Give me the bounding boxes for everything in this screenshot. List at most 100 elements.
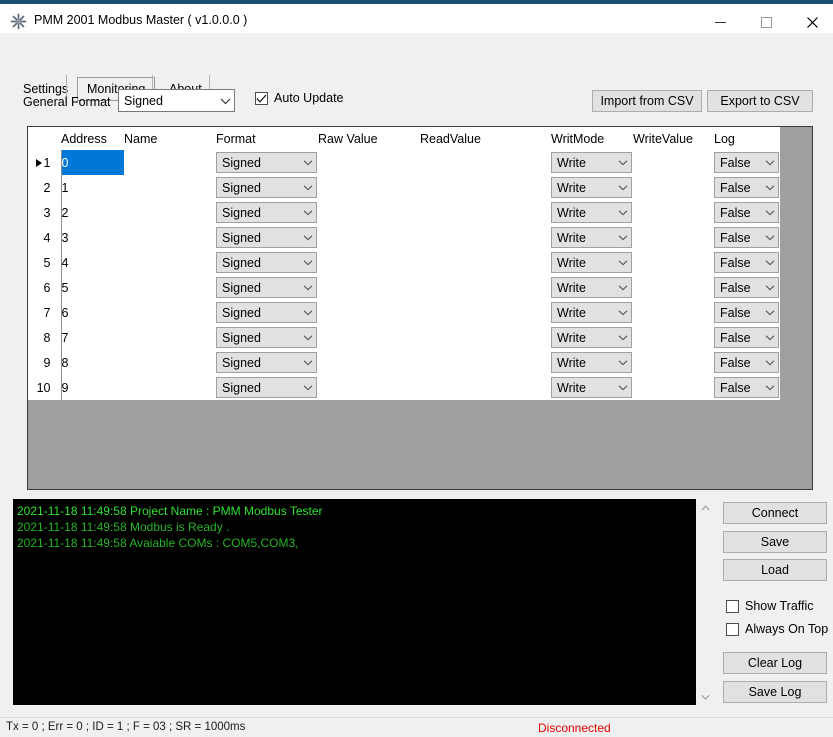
row-selector-cell[interactable]: 2 [28, 175, 62, 200]
log-select[interactable]: False [714, 227, 779, 248]
general-format-select[interactable]: Signed [118, 89, 235, 112]
cell-raw-value[interactable] [318, 375, 420, 400]
row-selector-cell[interactable]: 3 [28, 200, 62, 225]
format-select[interactable]: Signed [216, 177, 317, 198]
import-from-csv-button[interactable]: Import from CSV [592, 90, 702, 112]
log-select[interactable]: False [714, 202, 779, 223]
column-header-read-value[interactable]: ReadValue [420, 127, 551, 150]
cell-raw-value[interactable] [318, 325, 420, 350]
writ-mode-select[interactable]: Write [551, 352, 632, 373]
column-header-log[interactable]: Log [714, 127, 780, 150]
log-select[interactable]: False [714, 352, 779, 373]
cell-log[interactable]: False [714, 375, 780, 400]
cell-address[interactable]: 5 [61, 275, 124, 300]
format-select[interactable]: Signed [216, 227, 317, 248]
cell-writ-mode[interactable]: Write [551, 375, 633, 400]
cell-read-value[interactable] [420, 200, 551, 225]
format-select[interactable]: Signed [216, 377, 317, 398]
cell-write-value[interactable] [633, 275, 714, 300]
cell-write-value[interactable] [633, 300, 714, 325]
cell-raw-value[interactable] [318, 350, 420, 375]
cell-log[interactable]: False [714, 225, 780, 250]
cell-writ-mode[interactable]: Write [551, 250, 633, 275]
writ-mode-select[interactable]: Write [551, 327, 632, 348]
cell-log[interactable]: False [714, 300, 780, 325]
cell-read-value[interactable] [420, 225, 551, 250]
cell-read-value[interactable] [420, 325, 551, 350]
row-selector-cell[interactable]: 4 [28, 225, 62, 250]
table-row[interactable]: 2 1 Signed Write False [28, 175, 812, 200]
cell-read-value[interactable] [420, 375, 551, 400]
cell-write-value[interactable] [633, 250, 714, 275]
cell-log[interactable]: False [714, 150, 780, 175]
writ-mode-select[interactable]: Write [551, 302, 632, 323]
cell-log[interactable]: False [714, 175, 780, 200]
writ-mode-select[interactable]: Write [551, 177, 632, 198]
table-row[interactable]: 10 9 Signed Write False [28, 375, 812, 400]
cell-format[interactable]: Signed [216, 325, 318, 350]
cell-format[interactable]: Signed [216, 175, 318, 200]
cell-format[interactable]: Signed [216, 250, 318, 275]
cell-write-value[interactable] [633, 175, 714, 200]
row-selector-cell[interactable]: 9 [28, 350, 62, 375]
column-header-write-value[interactable]: WriteValue [633, 127, 714, 150]
log-select[interactable]: False [714, 277, 779, 298]
writ-mode-select[interactable]: Write [551, 377, 632, 398]
monitoring-data-grid[interactable]: Address Name Format Raw Value ReadValue … [27, 126, 813, 490]
cell-format[interactable]: Signed [216, 350, 318, 375]
cell-read-value[interactable] [420, 300, 551, 325]
cell-read-value[interactable] [420, 250, 551, 275]
cell-name[interactable] [124, 250, 216, 275]
column-header-format[interactable]: Format [216, 127, 318, 150]
cell-writ-mode[interactable]: Write [551, 150, 633, 175]
show-traffic-checkbox[interactable]: Show Traffic [726, 599, 814, 613]
row-selector-cell[interactable]: 1 [28, 150, 62, 175]
clear-log-button[interactable]: Clear Log [723, 652, 827, 674]
writ-mode-select[interactable]: Write [551, 277, 632, 298]
cell-writ-mode[interactable]: Write [551, 275, 633, 300]
format-select[interactable]: Signed [216, 302, 317, 323]
cell-raw-value[interactable] [318, 200, 420, 225]
table-row[interactable]: 7 6 Signed Write False [28, 300, 812, 325]
cell-address[interactable]: 7 [61, 325, 124, 350]
cell-raw-value[interactable] [318, 275, 420, 300]
log-console-scrollbar[interactable] [697, 499, 714, 705]
column-header-writ-mode[interactable]: WritMode [551, 127, 633, 150]
column-header-name[interactable]: Name [124, 127, 216, 150]
cell-writ-mode[interactable]: Write [551, 325, 633, 350]
cell-writ-mode[interactable]: Write [551, 175, 633, 200]
cell-address[interactable]: 8 [61, 350, 124, 375]
cell-name[interactable] [124, 300, 216, 325]
row-selector-cell[interactable]: 6 [28, 275, 62, 300]
scroll-down-button[interactable] [697, 688, 714, 705]
log-console[interactable]: 2021-11-18 11:49:58 Project Name : PMM M… [13, 499, 696, 705]
cell-write-value[interactable] [633, 150, 714, 175]
cell-log[interactable]: False [714, 200, 780, 225]
load-button[interactable]: Load [723, 559, 827, 581]
scroll-up-button[interactable] [697, 499, 714, 516]
cell-writ-mode[interactable]: Write [551, 350, 633, 375]
cell-write-value[interactable] [633, 350, 714, 375]
cell-read-value[interactable] [420, 350, 551, 375]
table-row[interactable]: 5 4 Signed Write False [28, 250, 812, 275]
column-header-address[interactable]: Address [61, 127, 124, 150]
cell-address[interactable]: 0 [61, 150, 124, 175]
cell-raw-value[interactable] [318, 225, 420, 250]
log-select[interactable]: False [714, 252, 779, 273]
row-selector-cell[interactable]: 10 [28, 375, 62, 400]
cell-writ-mode[interactable]: Write [551, 225, 633, 250]
auto-update-checkbox[interactable]: Auto Update [255, 91, 344, 105]
cell-write-value[interactable] [633, 225, 714, 250]
cell-address[interactable]: 2 [61, 200, 124, 225]
cell-address[interactable]: 9 [61, 375, 124, 400]
log-select[interactable]: False [714, 302, 779, 323]
table-row[interactable]: 8 7 Signed Write False [28, 325, 812, 350]
cell-format[interactable]: Signed [216, 150, 318, 175]
log-select[interactable]: False [714, 152, 779, 173]
table-row[interactable]: 3 2 Signed Write False [28, 200, 812, 225]
log-select[interactable]: False [714, 177, 779, 198]
cell-read-value[interactable] [420, 275, 551, 300]
cell-write-value[interactable] [633, 375, 714, 400]
save-button[interactable]: Save [723, 531, 827, 553]
cell-name[interactable] [124, 225, 216, 250]
